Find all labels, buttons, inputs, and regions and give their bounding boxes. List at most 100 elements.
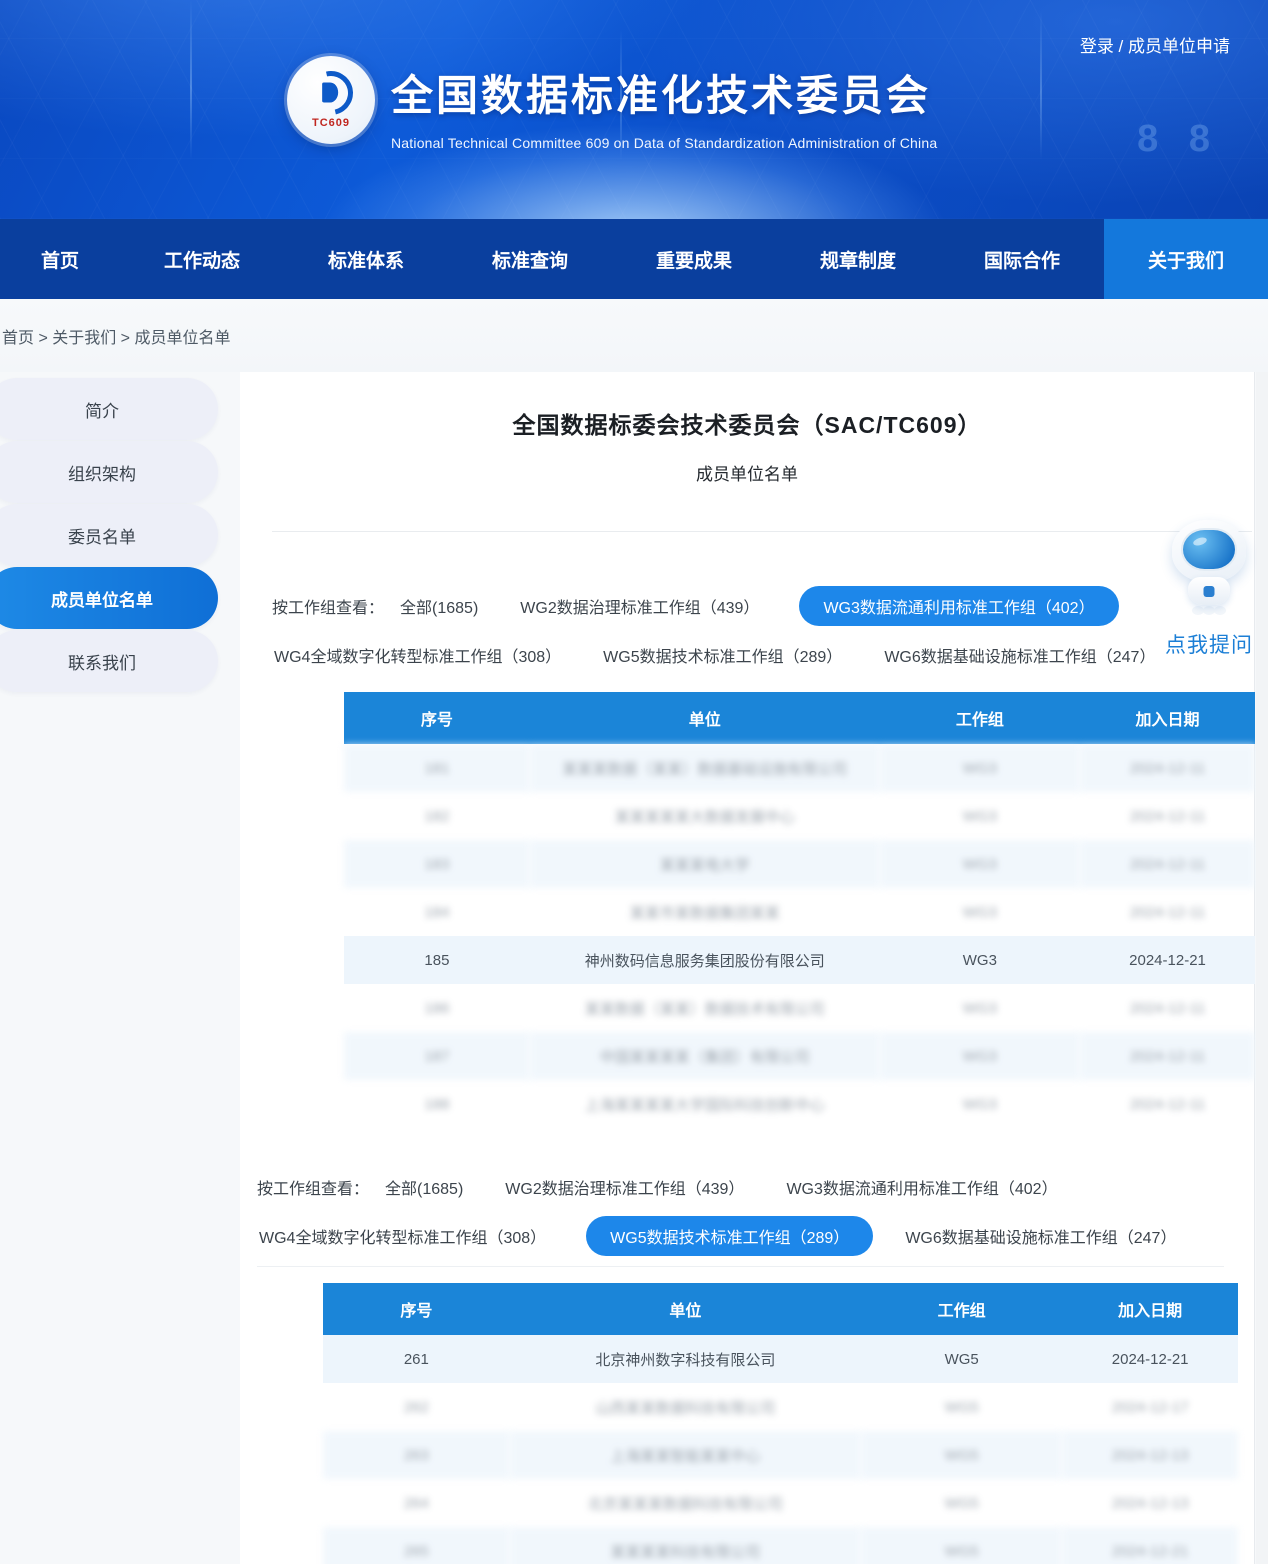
cell-index: 187 [344,1032,530,1080]
login-link[interactable]: 登录 / 成员单位申请 [1080,32,1230,57]
cell-date: 2024-12-13 [1062,1479,1238,1527]
robot-screen-icon [1181,528,1237,571]
robot-head-icon [1172,520,1246,582]
table-head: 序号单位工作组加入日期 [323,1283,1238,1335]
cell-workgroup: WG5 [861,1431,1062,1479]
sidebar-item[interactable]: 简介 [0,378,218,440]
table-row: 185神州数码信息服务集团股份有限公司WG32024-12-21 [344,936,1255,984]
table-header-row: 序号单位工作组加入日期 [344,692,1255,744]
cell-unit: 某某某电大学 [530,840,880,888]
filter-label: 按工作组查看： [272,594,384,618]
cell-index: 181 [344,744,530,792]
cell-workgroup: WG3 [880,936,1080,984]
filter-item[interactable]: WG4全域数字化转型标准工作组（308） [272,636,563,674]
filter-item[interactable]: WG6数据基础设施标准工作组（247） [903,1217,1178,1255]
sidebar-item[interactable]: 组织架构 [0,441,218,503]
cell-index: 264 [323,1479,510,1527]
nav-item[interactable]: 首页 [0,219,120,299]
nav-item[interactable]: 规章制度 [776,219,940,299]
table-row: 264北京某某某数据科技有限公司WG52024-12-13 [323,1479,1238,1527]
cell-date: 2024-12-21 [1080,936,1255,984]
filter-item[interactable]: WG4全域数字化转型标准工作组（308） [257,1217,548,1255]
cell-unit: 神州数码信息服务集团股份有限公司 [530,936,880,984]
table-head: 序号单位工作组加入日期 [344,692,1255,744]
cell-index: 263 [323,1431,510,1479]
cell-workgroup: WG3 [880,840,1080,888]
main-nav: 首页工作动态标准体系标准查询重要成果规章制度国际合作关于我们 [0,219,1268,299]
cell-index: 182 [344,792,530,840]
cell-unit: 某某市某数据集团某某 [530,888,880,936]
cell-date: 2024-12-21 [1062,1335,1238,1383]
cell-date: 2024-12-17 [1062,1383,1238,1431]
nav-item[interactable]: 标准查询 [448,219,612,299]
brand-text: 全国数据标准化技术委员会 National Technical Committe… [391,56,937,151]
nav-item[interactable]: 关于我们 [1104,219,1268,299]
cell-workgroup: WG3 [880,1032,1080,1080]
table-row: 187中国某某某某（集团）有限公司WG32024-12-11 [344,1032,1255,1080]
filter-item[interactable]: WG5数据技术标准工作组（289） [601,636,844,674]
cell-date: 2024-12-11 [1080,1032,1255,1080]
divider [257,1266,1224,1267]
cell-index: 185 [344,936,530,984]
table-row: 263上海某某智能某某中心WG52024-12-13 [323,1431,1238,1479]
cell-index: 265 [323,1527,510,1564]
cell-unit: 北京某某某数据科技有限公司 [510,1479,861,1527]
cell-date: 2024-12-21 [1062,1527,1238,1564]
cell-index: 261 [323,1335,510,1383]
assistant-label[interactable]: 点我提问 [1154,629,1264,659]
page-subtitle: 成员单位名单 [240,460,1254,485]
column-header: 序号 [344,692,530,744]
cell-date: 2024-12-11 [1080,792,1255,840]
banner-digits-decoration: 8 8 [1137,118,1220,161]
cell-unit: 山西某某数据科技有限公司 [510,1383,861,1431]
cell-unit: 北京神州数字科技有限公司 [510,1335,861,1383]
sidebar-item[interactable]: 联系我们 [0,630,218,692]
table-row: 262山西某某数据科技有限公司WG52024-12-17 [323,1383,1238,1431]
nav-item[interactable]: 工作动态 [120,219,284,299]
filter-item[interactable]: WG3数据流通利用标准工作组（402） [799,586,1118,626]
cell-index: 262 [323,1383,510,1431]
column-header: 加入日期 [1080,692,1255,744]
breadcrumb-bar: 首页 > 关于我们 > 成员单位名单 [0,299,1268,372]
sidebar-item[interactable]: 委员名单 [0,504,218,566]
filter-line: WG4全域数字化转型标准工作组（308） WG5数据技术标准工作组（289） WG6… [272,636,1254,674]
cell-unit: 上海某某智能某某中心 [510,1431,861,1479]
cell-workgroup: WG5 [861,1335,1062,1383]
sidebar-item[interactable]: 成员单位名单 [0,567,218,629]
site-subtitle: National Technical Committee 609 on Data… [391,135,937,151]
filter-item[interactable]: 全部(1685) [398,587,480,625]
table-row: 188上海某某某某大学国际科技创新中心WG32024-12-11 [344,1080,1255,1128]
cell-unit: 上海某某某某大学国际科技创新中心 [530,1080,880,1128]
cell-unit: 某某某某科技有限公司 [510,1527,861,1564]
main-panel: 全国数据标委会技术委员会（SAC/TC609） 成员单位名单 按工作组查看：全部… [240,372,1255,1564]
filter-item[interactable]: WG5数据技术标准工作组（289） [586,1216,873,1256]
filter-item[interactable]: WG2数据治理标准工作组（439） [518,587,761,625]
table-row: 261北京神州数字科技有限公司WG52024-12-21 [323,1335,1238,1383]
filter-item[interactable]: WG6数据基础设施标准工作组（247） [882,636,1157,674]
cell-workgroup: WG5 [861,1527,1062,1564]
assistant-widget[interactable]: 点我提问 [1154,520,1264,659]
nav-item[interactable]: 标准体系 [284,219,448,299]
cell-date: 2024-12-11 [1080,888,1255,936]
breadcrumb[interactable]: 首页 > 关于我们 > 成员单位名单 [2,324,230,348]
filter-item[interactable]: 全部(1685) [383,1168,465,1206]
filter-line: 按工作组查看： 全部(1685) WG2数据治理标准工作组（439） WG3数据流通利… [272,586,1254,626]
page: 8 8 登录 / 成员单位申请 TC609 全国数据标准化技术委员会 Natio… [0,0,1268,1564]
filter-item[interactable]: WG3数据流通利用标准工作组（402） [784,1168,1059,1206]
cell-index: 183 [344,840,530,888]
nav-item[interactable]: 国际合作 [940,219,1104,299]
member-table-wg3: 序号单位工作组加入日期 181某某某数据（某某）数据基础设施有限公司WG3202… [344,692,1255,1128]
table-row: 182某某某某某大数据发展中心WG32024-12-11 [344,792,1255,840]
column-header: 工作组 [861,1283,1062,1335]
filter-item[interactable]: WG2数据治理标准工作组（439） [503,1168,746,1206]
table-row: 186某某数据（某某）数据技术有限公司WG32024-12-11 [344,984,1255,1032]
table-row: 265某某某某科技有限公司WG52024-12-21 [323,1527,1238,1564]
robot-body-icon [1188,577,1230,605]
column-header: 单位 [530,692,880,744]
filter-section-2: 按工作组查看：全部(1685)WG2数据治理标准工作组（439）WG3数据流通利… [240,1168,1254,1256]
cell-index: 188 [344,1080,530,1128]
nav-item[interactable]: 重要成果 [612,219,776,299]
column-header: 工作组 [880,692,1080,744]
cell-workgroup: WG3 [880,792,1080,840]
table-row: 183某某某电大学WG32024-12-11 [344,840,1255,888]
